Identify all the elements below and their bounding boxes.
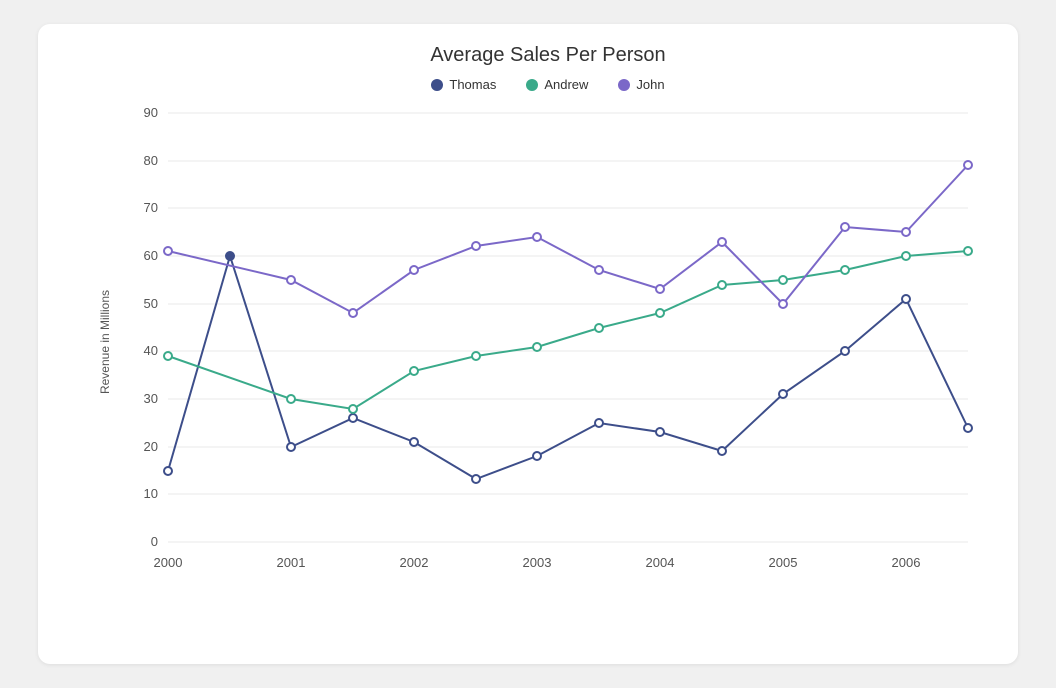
dot-andrew-6	[533, 343, 541, 351]
dot-andrew-9	[718, 281, 726, 289]
dot-andrew-0	[164, 352, 172, 360]
chart-svg: .grid-line { stroke: #e8e8e8; stroke-wid…	[108, 102, 988, 582]
dot-thomas-13	[964, 424, 972, 432]
dot-thomas-11	[841, 347, 849, 355]
dot-thomas-12	[902, 295, 910, 303]
dot-john-13	[964, 161, 972, 169]
svg-text:2001: 2001	[277, 555, 306, 570]
dot-john-9	[718, 238, 726, 246]
svg-text:0: 0	[151, 534, 158, 549]
chart-legend: Thomas Andrew John	[108, 77, 988, 92]
dot-john-0	[164, 247, 172, 255]
svg-text:90: 90	[144, 105, 158, 120]
dot-thomas-6	[533, 452, 541, 460]
dot-andrew-8	[656, 309, 664, 317]
svg-text:60: 60	[144, 248, 158, 263]
svg-text:2000: 2000	[154, 555, 183, 570]
dot-john-12	[902, 228, 910, 236]
dot-thomas-8	[656, 428, 664, 436]
dot-john-8	[656, 285, 664, 293]
legend-item-john: John	[618, 77, 664, 92]
line-andrew	[168, 251, 968, 409]
dot-andrew-2	[287, 395, 295, 403]
dot-john-5	[472, 242, 480, 250]
svg-text:2002: 2002	[400, 555, 429, 570]
dot-andrew-5	[472, 352, 480, 360]
dot-thomas-4	[410, 438, 418, 446]
dot-thomas-7	[595, 419, 603, 427]
svg-text:2003: 2003	[523, 555, 552, 570]
dot-thomas-3	[349, 414, 357, 422]
dot-john-7	[595, 266, 603, 274]
dot-john-10	[779, 300, 787, 308]
dot-andrew-11	[841, 266, 849, 274]
legend-label-john: John	[636, 77, 664, 92]
dot-andrew-4	[410, 367, 418, 375]
dot-john-3	[349, 309, 357, 317]
legend-item-thomas: Thomas	[431, 77, 496, 92]
chart-container: Average Sales Per Person Thomas Andrew J…	[38, 24, 1018, 664]
svg-text:80: 80	[144, 153, 158, 168]
dot-thomas-2	[287, 443, 295, 451]
dot-john-6	[533, 233, 541, 241]
dot-thomas-0	[164, 467, 172, 475]
legend-dot-andrew	[526, 79, 538, 91]
dot-john-4	[410, 266, 418, 274]
svg-text:2004: 2004	[646, 555, 675, 570]
svg-text:40: 40	[144, 343, 158, 358]
chart-title: Average Sales Per Person	[108, 44, 988, 67]
dot-thomas-1	[226, 252, 234, 260]
legend-dot-john	[618, 79, 630, 91]
svg-text:2005: 2005	[769, 555, 798, 570]
dot-thomas-10	[779, 390, 787, 398]
legend-dot-thomas	[431, 79, 443, 91]
svg-text:70: 70	[144, 200, 158, 215]
svg-text:20: 20	[144, 439, 158, 454]
dot-andrew-7	[595, 324, 603, 332]
dot-thomas-9	[718, 447, 726, 455]
y-axis-label: Revenue in Millions	[98, 290, 112, 394]
svg-text:30: 30	[144, 391, 158, 406]
legend-item-andrew: Andrew	[526, 77, 588, 92]
dot-john-2	[287, 276, 295, 284]
svg-text:10: 10	[144, 486, 158, 501]
line-john	[168, 165, 968, 313]
svg-text:2006: 2006	[892, 555, 921, 570]
legend-label-thomas: Thomas	[449, 77, 496, 92]
dot-john-11	[841, 223, 849, 231]
dot-andrew-3	[349, 405, 357, 413]
svg-text:50: 50	[144, 296, 158, 311]
dot-andrew-10	[779, 276, 787, 284]
legend-label-andrew: Andrew	[544, 77, 588, 92]
chart-area: Revenue in Millions .grid-line { stroke:…	[108, 102, 988, 582]
dot-thomas-5	[472, 475, 480, 483]
dot-andrew-12	[902, 252, 910, 260]
dot-andrew-13	[964, 247, 972, 255]
